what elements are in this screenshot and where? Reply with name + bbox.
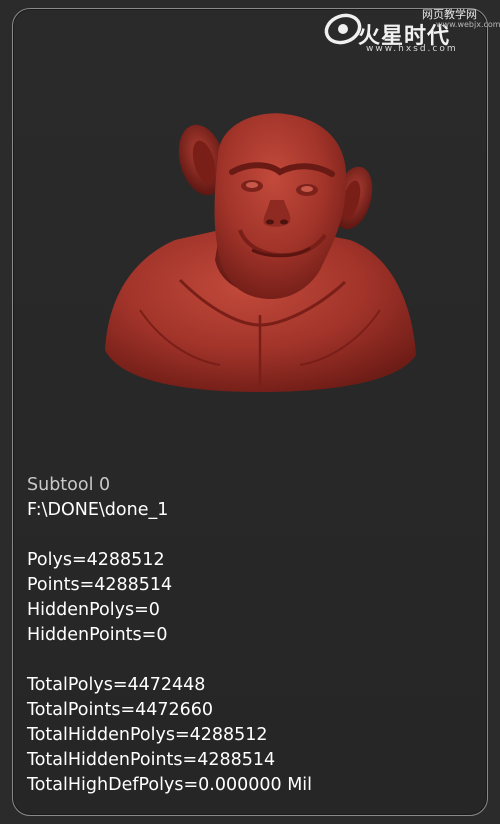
stat-total-hidden-polys: TotalHiddenPolys=4288512 [27, 725, 268, 745]
stat-hidden-points: HiddenPoints=0 [27, 625, 168, 645]
subtool-path: F:\DONE\done_1 [27, 500, 169, 520]
stat-polys: Polys=4288512 [27, 550, 165, 570]
app-window: 火星时代 www.hxsd.com 网页教学网 www.webjx.com Su… [0, 0, 500, 824]
stat-points: Points=4288514 [27, 575, 173, 595]
subtool-thumbnail [105, 113, 416, 392]
stat-total-hidden-points: TotalHiddenPoints=4288514 [27, 750, 276, 770]
stat-total-high-def-polys: TotalHighDefPolys=0.000000 Mil [27, 775, 313, 795]
stat-total-polys: TotalPolys=4472448 [27, 675, 206, 695]
subtool-info-text: Subtool 0 F:\DONE\done_1 Polys=4288512 P… [27, 473, 467, 798]
watermark: 火星时代 www.hxsd.com 网页教学网 www.webjx.com [322, 6, 500, 58]
watermark-corner-url: www.webjx.com [436, 20, 500, 29]
stat-hidden-polys: HiddenPolys=0 [27, 600, 160, 620]
subtool-title: Subtool 0 [27, 475, 111, 495]
watermark-url: www.hxsd.com [366, 44, 458, 54]
stat-total-points: TotalPoints=4472660 [27, 700, 214, 720]
